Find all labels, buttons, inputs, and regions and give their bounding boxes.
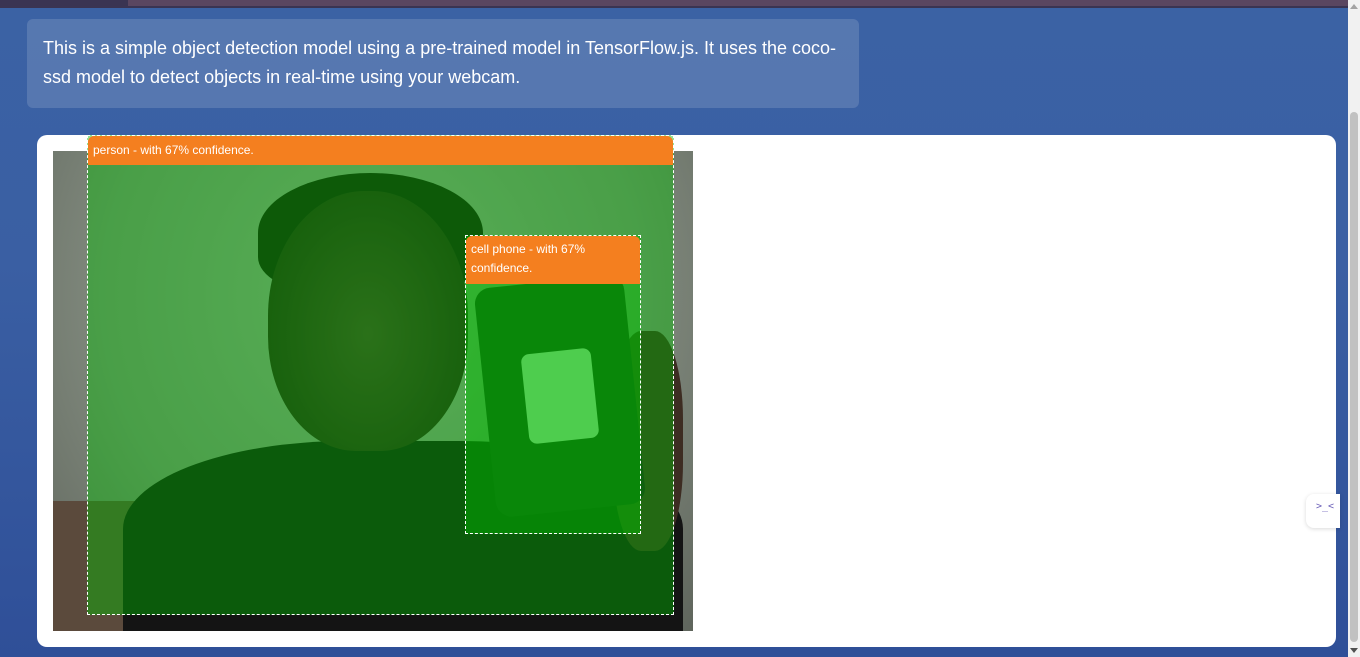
side-panel-toggle[interactable]: >_< bbox=[1306, 494, 1340, 528]
detection-label-cell-phone: cell phone - with 67% confidence. bbox=[466, 236, 640, 284]
intro-card: This is a simple object detection model … bbox=[27, 19, 859, 108]
intro-text: This is a simple object detection model … bbox=[43, 38, 837, 87]
page-scrollbar[interactable] bbox=[1348, 0, 1360, 657]
collapse-code-icon: >_< bbox=[1316, 501, 1335, 512]
top-strip-accent bbox=[128, 0, 1360, 6]
scrollbar-thumb[interactable] bbox=[1350, 112, 1358, 642]
top-strip bbox=[0, 0, 1360, 8]
detection-label-person: person - with 67% confidence. bbox=[88, 136, 673, 165]
scroll-up-arrow-icon[interactable] bbox=[1350, 4, 1358, 9]
detection-box-cell-phone: cell phone - with 67% confidence. bbox=[465, 235, 641, 534]
scroll-down-arrow-icon[interactable] bbox=[1350, 648, 1358, 653]
